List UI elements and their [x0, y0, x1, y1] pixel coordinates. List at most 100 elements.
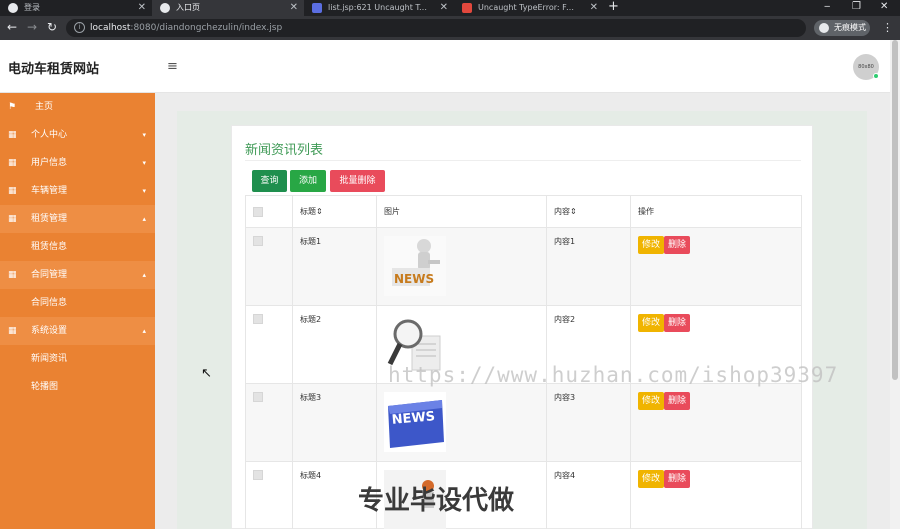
sidebar-subitem-contract-info[interactable]: 合同信息 [0, 289, 155, 317]
grid-icon: ▦ [8, 186, 17, 196]
caption-overlay: 专业毕设代做 [358, 486, 515, 516]
sidebar-item-label: 轮播图 [31, 382, 59, 392]
bulk-delete-button[interactable]: 批量删除 [330, 170, 385, 192]
close-tab-icon[interactable]: ✕ [290, 0, 298, 16]
scrollbar-thumb[interactable] [892, 40, 898, 380]
sidebar-item-home[interactable]: ⚑ 主页 [0, 93, 155, 121]
row-checkbox[interactable] [253, 470, 263, 480]
caret-icon: ▴ [142, 327, 146, 335]
grid-icon: ▦ [8, 158, 17, 168]
info-icon[interactable]: i [74, 22, 85, 33]
page-icon [462, 3, 472, 13]
sidebar-item-label: 合同信息 [31, 298, 68, 308]
avatar-text: 80x80 [858, 64, 874, 70]
avatar[interactable]: 80x80 [853, 54, 879, 80]
new-tab-button[interactable]: + [608, 0, 619, 14]
delete-button[interactable]: 删除 [664, 392, 691, 410]
forward-icon[interactable]: → [27, 19, 37, 35]
row-checkbox[interactable] [253, 392, 263, 402]
table-row: 标题4 内容4 修改 删除 [245, 461, 802, 529]
browser-tab[interactable]: list.jsp:621 Uncaught TypeError ✕ [304, 0, 454, 16]
app-header: 电动车租赁网站 ≡ 80x80 [0, 40, 890, 93]
menu-toggle-icon[interactable]: ≡ [167, 60, 178, 73]
watermark-text: https://www.huzhan.com/ishop39397 [388, 363, 839, 387]
incognito-label: 无痕模式 [834, 23, 866, 32]
row-checkbox[interactable] [253, 236, 263, 246]
browser-tab[interactable]: Uncaught TypeError: Failed to ✕ [454, 0, 604, 16]
sidebar-subitem-rental-info[interactable]: 租赁信息 [0, 233, 155, 261]
url-text[interactable]: localhost:8080/diandongchezulin/index.js… [90, 19, 282, 37]
maximize-icon[interactable]: ❐ [852, 0, 861, 14]
row-checkbox[interactable] [253, 314, 263, 324]
tab-label: Uncaught TypeError: Failed to [478, 3, 578, 12]
table-row: 标题1 NEWS 内容1 修改 删除 [245, 227, 802, 306]
column-header-actions: 操作 [630, 195, 802, 228]
tab-label: 入口页 [176, 3, 200, 12]
browser-tab-strip: 登录 ✕ 入口页 ✕ list.jsp:621 Uncaught TypeErr… [0, 0, 900, 16]
grid-icon: ▦ [8, 326, 17, 336]
sidebar-item-users[interactable]: ▦ 用户信息 ▾ [0, 149, 155, 177]
sidebar-item-label: 个人中心 [31, 130, 68, 140]
edit-button[interactable]: 修改 [638, 236, 665, 254]
sidebar-item-rentals[interactable]: ▦ 租赁管理 ▴ [0, 205, 155, 233]
close-window-icon[interactable]: ✕ [880, 0, 888, 14]
select-all-checkbox[interactable] [253, 206, 263, 217]
cell-content: 内容4 [546, 461, 631, 529]
caret-icon: ▾ [142, 159, 146, 167]
sidebar-subitem-news[interactable]: 新闻资讯 [0, 345, 155, 373]
back-icon[interactable]: ← [7, 19, 17, 35]
cell-title: 标题3 [292, 383, 377, 462]
query-button[interactable]: 查询 [252, 170, 287, 192]
address-bar[interactable]: i localhost:8080/diandongchezulin/index.… [66, 19, 832, 37]
delete-button[interactable]: 删除 [664, 236, 691, 254]
cell-content: 内容1 [546, 227, 631, 306]
sidebar-item-label: 新闻资讯 [31, 354, 68, 364]
delete-button[interactable]: 删除 [664, 314, 691, 332]
page-title: 新闻资讯列表 [245, 143, 324, 158]
online-status-dot [873, 73, 879, 79]
page-icon [312, 3, 322, 13]
sidebar: ⚑ 主页 ▦ 个人中心 ▾ ▦ 用户信息 ▾ ▦ 车辆管理 ▾ ▦ 租赁管理 ▴… [0, 93, 155, 529]
edit-button[interactable]: 修改 [638, 392, 665, 410]
grid-icon: ▦ [8, 130, 17, 140]
delete-button[interactable]: 删除 [664, 470, 691, 488]
column-header-title[interactable]: 标题⇕ [292, 195, 377, 228]
page-scrollbar[interactable] [890, 40, 900, 529]
edit-button[interactable]: 修改 [638, 470, 665, 488]
sidebar-item-contracts[interactable]: ▦ 合同管理 ▴ [0, 261, 155, 289]
grid-icon: ▦ [8, 270, 17, 280]
sidebar-subitem-carousel[interactable]: 轮播图 [0, 373, 155, 401]
browser-menu-icon[interactable]: ⋮ [882, 20, 893, 36]
close-tab-icon[interactable]: ✕ [590, 0, 598, 16]
browser-tab[interactable]: 登录 ✕ [0, 0, 152, 16]
sidebar-item-label: 车辆管理 [31, 186, 68, 196]
news-key-image: NEWS [384, 392, 446, 452]
sidebar-item-label: 租赁信息 [31, 242, 68, 252]
reload-icon[interactable]: ↻ [47, 19, 57, 35]
tab-label: list.jsp:621 Uncaught TypeError [328, 3, 428, 12]
minimize-icon[interactable]: ‒ [824, 0, 830, 14]
sort-icon[interactable]: ⇕ [316, 207, 323, 216]
cell-title: 标题1 [292, 227, 377, 306]
close-tab-icon[interactable]: ✕ [138, 0, 146, 16]
add-button[interactable]: 添加 [290, 170, 326, 192]
caret-icon: ▾ [142, 131, 146, 139]
news-3d-man-image: NEWS [384, 236, 446, 296]
mouse-cursor-icon: ↖ [201, 366, 212, 381]
sort-icon[interactable]: ⇕ [570, 207, 577, 216]
globe-icon [8, 3, 18, 13]
sidebar-item-label: 租赁管理 [31, 214, 68, 224]
title-divider [245, 160, 801, 161]
browser-tab-active[interactable]: 入口页 ✕ [152, 0, 304, 16]
sidebar-item-vehicles[interactable]: ▦ 车辆管理 ▾ [0, 177, 155, 205]
select-all-cell [245, 195, 293, 228]
column-header-content[interactable]: 内容⇕ [546, 195, 631, 228]
close-tab-icon[interactable]: ✕ [440, 0, 448, 16]
edit-button[interactable]: 修改 [638, 314, 665, 332]
sidebar-item-settings[interactable]: ▦ 系统设置 ▴ [0, 317, 155, 345]
sidebar-item-personal-center[interactable]: ▦ 个人中心 ▾ [0, 121, 155, 149]
news-list-card: 新闻资讯列表 查询 添加 批量删除 标题⇕ 图片 内容⇕ 操作 标题1 NEWS… [231, 125, 813, 529]
incognito-badge[interactable]: 无痕模式 [814, 20, 870, 36]
caret-icon: ▾ [142, 187, 146, 195]
caret-icon: ▴ [142, 271, 146, 279]
